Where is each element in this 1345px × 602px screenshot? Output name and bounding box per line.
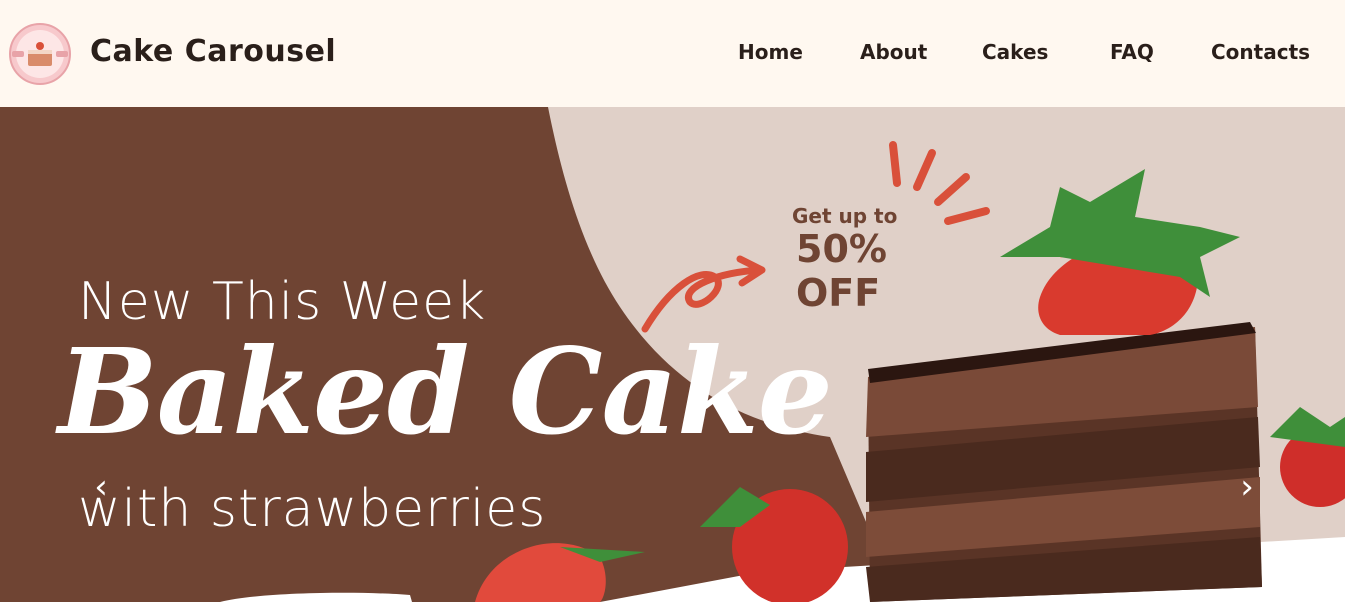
hero-slider: New This Week Baked Cake with strawberri… bbox=[0, 107, 1345, 602]
chocolate-cake-image bbox=[866, 322, 1262, 602]
prev-slide-button[interactable]: ‹ bbox=[86, 467, 116, 507]
nav-contacts[interactable]: Contacts bbox=[1211, 40, 1310, 64]
next-slide-button[interactable]: › bbox=[1232, 467, 1262, 507]
promo-discount: 50% OFF bbox=[796, 227, 916, 315]
promo-percent: 50% bbox=[796, 227, 887, 271]
nav-about[interactable]: About bbox=[860, 40, 927, 64]
promo-get-up-to: Get up to bbox=[792, 204, 898, 228]
strawberry-top-image bbox=[1000, 169, 1240, 335]
hero-line-with-strawberries: with strawberries bbox=[78, 479, 547, 539]
site-header: Cake Carousel Home About Cakes FAQ Conta… bbox=[0, 0, 1345, 107]
promo-off: OFF bbox=[796, 271, 881, 315]
nav-cakes[interactable]: Cakes bbox=[982, 40, 1048, 64]
main-nav: Home About Cakes FAQ Contacts bbox=[0, 40, 1345, 70]
nav-faq[interactable]: FAQ bbox=[1110, 40, 1154, 64]
hero-line-baked-cake: Baked Cake bbox=[58, 322, 833, 461]
nav-home[interactable]: Home bbox=[738, 40, 803, 64]
